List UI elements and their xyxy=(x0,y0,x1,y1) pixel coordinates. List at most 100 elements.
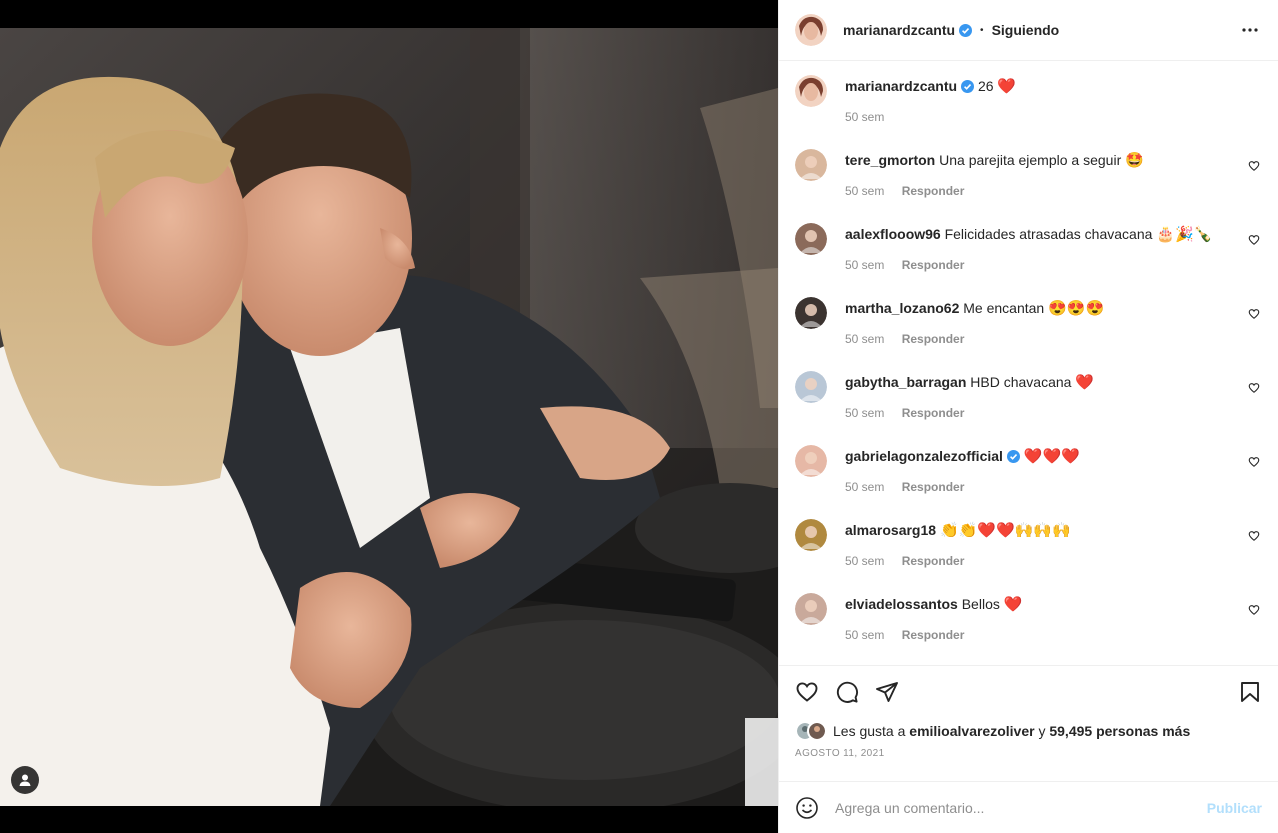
likes-summary: Les gusta a emilioalvarezoliver y 59,495… xyxy=(795,718,1262,744)
reply-button[interactable]: Responder xyxy=(902,406,965,420)
heart-outline-icon xyxy=(1248,383,1260,393)
caption-text: 26 xyxy=(977,78,994,94)
heart-outline-icon xyxy=(796,682,818,702)
heart-outline-icon xyxy=(1248,309,1260,319)
comment-time[interactable]: 50 sem xyxy=(845,332,884,346)
post-date[interactable]: AGOSTO 11, 2021 xyxy=(795,748,1262,759)
comment-like-button[interactable] xyxy=(1248,529,1262,543)
comment-like-button[interactable] xyxy=(1248,603,1262,617)
comment-username[interactable]: aalexflooow96 xyxy=(845,226,941,242)
commenter-avatar[interactable] xyxy=(795,297,827,329)
verified-badge-icon xyxy=(961,80,975,93)
comment-username[interactable]: martha_lozano62 xyxy=(845,300,959,316)
comment-text: Me encantan xyxy=(963,300,1045,316)
save-button[interactable] xyxy=(1238,680,1262,704)
comment-time[interactable]: 50 sem xyxy=(845,628,884,642)
comment-emoji: 🎂🎉🍾 xyxy=(1156,226,1213,243)
comment-row: almarosarg18 👏👏❤️❤️🙌🙌🙌 50 sem Responder xyxy=(795,519,1262,593)
verified-badge-icon xyxy=(1006,450,1020,463)
comments-list[interactable]: marianardzcantu 26 ❤️ 50 sem tere_gmorto… xyxy=(779,61,1278,665)
caption-username[interactable]: marianardzcantu xyxy=(845,78,957,94)
comment-emoji: 😍😍😍 xyxy=(1048,300,1105,317)
user-tag-icon xyxy=(19,774,31,786)
heart-outline-icon xyxy=(1248,605,1260,615)
comment-emoji: 🤩 xyxy=(1125,152,1144,169)
heart-outline-icon xyxy=(1248,457,1260,467)
comment-like-button[interactable] xyxy=(1248,233,1262,247)
reply-button[interactable]: Responder xyxy=(902,184,965,198)
likes-text: Les gusta a emilioalvarezoliver y 59,495… xyxy=(833,723,1190,739)
post-side-panel: marianardzcantu • Siguiendo marianardzca… xyxy=(778,0,1278,833)
comment-text: Una parejita ejemplo a seguir xyxy=(939,152,1122,168)
caption-author-avatar[interactable] xyxy=(795,75,827,107)
comment-username[interactable]: elviadelossantos xyxy=(845,596,958,612)
verified-badge-icon xyxy=(959,24,973,37)
reply-button[interactable]: Responder xyxy=(902,258,965,272)
comment-username[interactable]: gabrielagonzalezofficial xyxy=(845,448,1003,464)
author-avatar[interactable] xyxy=(795,14,827,46)
bookmark-icon xyxy=(1241,682,1259,702)
emoji-picker-button[interactable] xyxy=(795,796,819,820)
send-paper-plane-icon xyxy=(876,682,898,702)
comment-emoji: ❤️ xyxy=(1075,374,1095,391)
comment-row: gabytha_barragan HBD chavacana ❤️ 50 sem… xyxy=(795,371,1262,445)
share-button[interactable] xyxy=(875,680,899,704)
comment-like-button[interactable] xyxy=(1248,159,1262,173)
caption-time[interactable]: 50 sem xyxy=(845,110,884,124)
comment-rows: tere_gmorton Una parejita ejemplo a segu… xyxy=(795,149,1262,665)
comment-time[interactable]: 50 sem xyxy=(845,258,884,272)
heart-outline-icon xyxy=(1248,531,1260,541)
commenter-avatar[interactable] xyxy=(795,149,827,181)
comment-bubble-icon xyxy=(836,681,858,703)
liker-username[interactable]: emilioalvarezoliver xyxy=(909,723,1034,739)
comment-time[interactable]: 50 sem xyxy=(845,184,884,198)
header-separator: • xyxy=(980,24,984,36)
reply-button[interactable]: Responder xyxy=(902,332,965,346)
like-button[interactable] xyxy=(795,680,819,704)
heart-outline-icon xyxy=(1248,161,1260,171)
liker-avatar[interactable] xyxy=(807,721,827,741)
comment-text: HBD chavacana xyxy=(970,374,1072,390)
commenter-avatar[interactable] xyxy=(795,445,827,477)
post-photo[interactable] xyxy=(0,28,778,806)
commenter-avatar[interactable] xyxy=(795,223,827,255)
likes-count[interactable]: 59,495 personas más xyxy=(1049,723,1190,739)
comment-emoji: 👏👏❤️❤️🙌🙌🙌 xyxy=(939,522,1071,539)
add-comment-bar: Publicar xyxy=(779,781,1278,833)
comment-button[interactable] xyxy=(835,680,859,704)
publish-button[interactable]: Publicar xyxy=(1207,800,1262,816)
comment-emoji: ❤️ xyxy=(1003,596,1023,613)
reply-button[interactable]: Responder xyxy=(902,628,965,642)
comment-time[interactable]: 50 sem xyxy=(845,554,884,568)
following-button[interactable]: Siguiendo xyxy=(992,22,1060,38)
comment-like-button[interactable] xyxy=(1248,381,1262,395)
comment-row: elviadelossantos Bellos ❤️ 50 sem Respon… xyxy=(795,593,1262,665)
reply-button[interactable]: Responder xyxy=(902,480,965,494)
commenter-avatar[interactable] xyxy=(795,519,827,551)
comment-like-button[interactable] xyxy=(1248,307,1262,321)
caption-emoji: ❤️ xyxy=(997,78,1017,95)
post-actions: Les gusta a emilioalvarezoliver y 59,495… xyxy=(779,665,1278,781)
heart-outline-icon xyxy=(1248,235,1260,245)
comment-time[interactable]: 50 sem xyxy=(845,406,884,420)
comment-username[interactable]: almarosarg18 xyxy=(845,522,936,538)
commenter-avatar[interactable] xyxy=(795,371,827,403)
comment-time[interactable]: 50 sem xyxy=(845,480,884,494)
author-username[interactable]: marianardzcantu xyxy=(843,22,973,38)
comment-text: Bellos xyxy=(961,596,1000,612)
comment-username[interactable]: gabytha_barragan xyxy=(845,374,966,390)
comment-text: Felicidades atrasadas chavacana xyxy=(944,226,1153,242)
post-modal: marianardzcantu • Siguiendo marianardzca… xyxy=(0,0,1278,833)
comment-row: martha_lozano62 Me encantan 😍😍😍 50 sem R… xyxy=(795,297,1262,371)
commenter-avatar[interactable] xyxy=(795,593,827,625)
comment-input[interactable] xyxy=(835,799,1207,816)
comment-row: tere_gmorton Una parejita ejemplo a segu… xyxy=(795,149,1262,223)
comment-username[interactable]: tere_gmorton xyxy=(845,152,935,168)
more-options-button[interactable] xyxy=(1238,18,1262,42)
comment-row: aalexflooow96 Felicidades atrasadas chav… xyxy=(795,223,1262,297)
caption: marianardzcantu 26 ❤️ 50 sem xyxy=(795,75,1262,149)
comment-like-button[interactable] xyxy=(1248,455,1262,469)
tagged-users-button[interactable] xyxy=(11,766,39,794)
likes-prefix: Les gusta a xyxy=(833,723,906,739)
reply-button[interactable]: Responder xyxy=(902,554,965,568)
